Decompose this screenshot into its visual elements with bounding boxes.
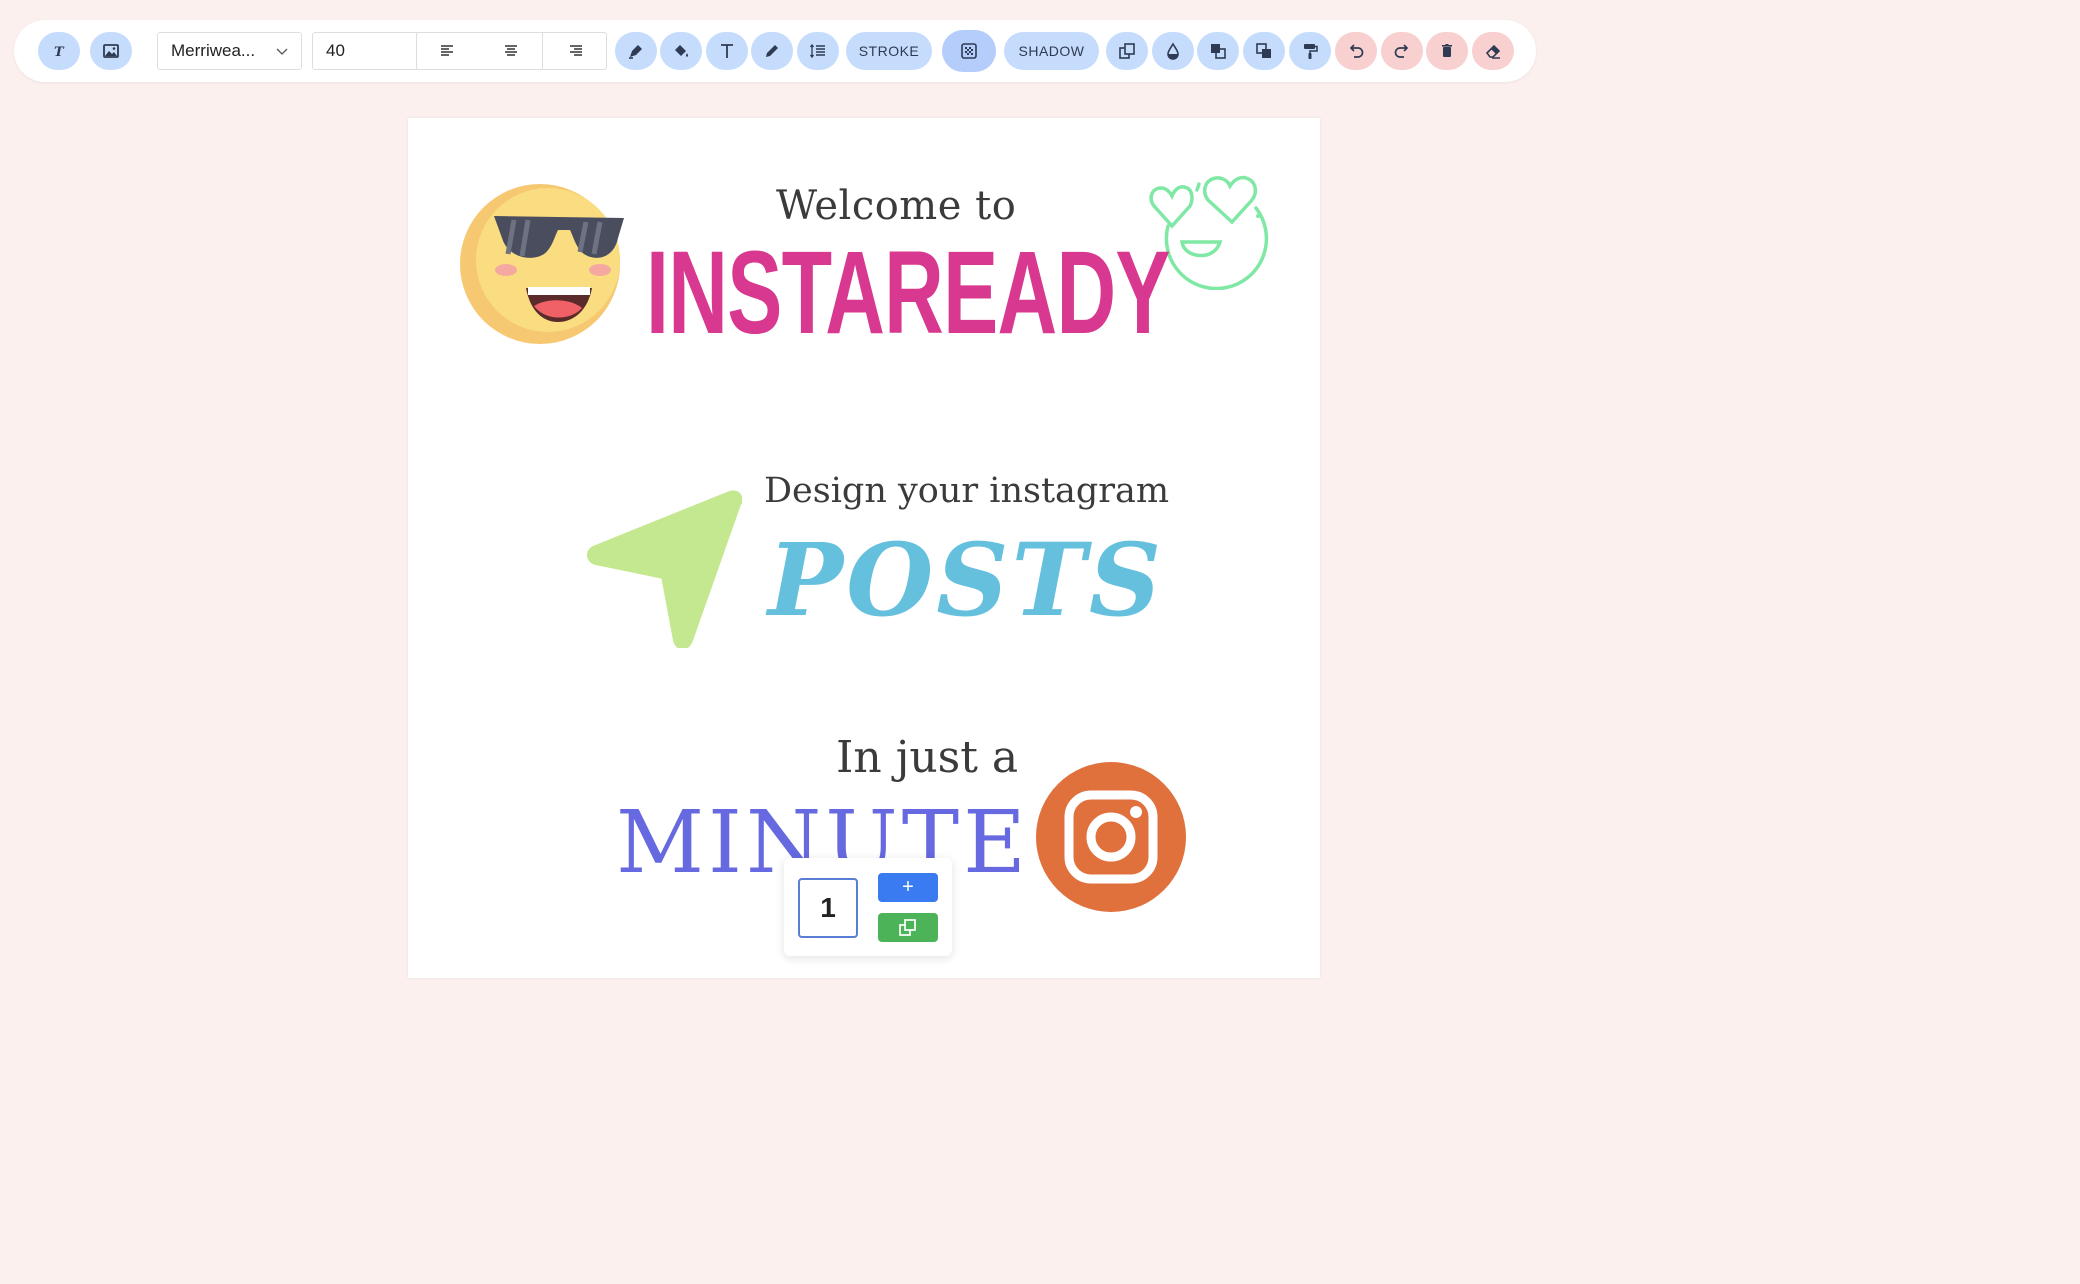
line-spacing-icon bbox=[809, 43, 825, 59]
add-text-button[interactable]: T bbox=[38, 32, 80, 70]
align-right-button[interactable] bbox=[543, 32, 607, 70]
send-backward-icon bbox=[1256, 43, 1271, 58]
stroke-button[interactable]: STROKE bbox=[846, 32, 932, 70]
fill-color-button[interactable] bbox=[660, 32, 702, 70]
align-right-icon bbox=[569, 45, 582, 56]
redo-button[interactable] bbox=[1381, 32, 1423, 70]
add-image-icon bbox=[103, 44, 119, 58]
editor-toolbar: T Merriwea... 40 STROKE SHADOW bbox=[14, 20, 1536, 82]
stroke-label: STROKE bbox=[858, 43, 920, 59]
welcome-text[interactable]: Welcome to bbox=[776, 186, 1016, 226]
opacity-icon bbox=[1167, 42, 1179, 60]
shadow-label: SHADOW bbox=[1018, 43, 1085, 59]
redo-icon bbox=[1394, 44, 1409, 58]
font-family-value: Merriwea... bbox=[171, 41, 256, 60]
bring-forward-icon bbox=[1211, 44, 1226, 59]
pen-tool-button[interactable] bbox=[615, 32, 657, 70]
opacity-button[interactable] bbox=[1152, 32, 1194, 70]
svg-text:T: T bbox=[54, 45, 65, 60]
eraser-button[interactable] bbox=[1472, 32, 1514, 70]
delete-button[interactable] bbox=[1426, 32, 1468, 70]
align-left-button[interactable] bbox=[416, 32, 480, 70]
add-page-button[interactable]: + bbox=[878, 873, 938, 902]
text-color-button[interactable] bbox=[706, 32, 748, 70]
font-family-select[interactable]: Merriwea... bbox=[157, 32, 302, 70]
add-text-icon: T bbox=[54, 45, 65, 60]
design-canvas[interactable]: Welcome to INSTAREADY Design your instag… bbox=[408, 118, 1320, 978]
transparency-icon bbox=[961, 43, 977, 59]
transparency-button[interactable] bbox=[942, 30, 996, 72]
duplicate-page-icon bbox=[899, 918, 916, 936]
pencil-icon bbox=[766, 45, 778, 57]
font-size-value: 40 bbox=[326, 41, 345, 60]
instagram-logo-icon[interactable] bbox=[1036, 762, 1186, 912]
in-just-text[interactable]: In just a bbox=[836, 736, 1018, 780]
add-image-button[interactable] bbox=[90, 32, 132, 70]
brand-title-text[interactable]: INSTAREADY bbox=[646, 234, 1171, 352]
page-controls: 1 + bbox=[784, 858, 952, 956]
undo-button[interactable] bbox=[1335, 32, 1377, 70]
shadow-button[interactable]: SHADOW bbox=[1004, 32, 1099, 70]
text-color-icon bbox=[721, 44, 733, 58]
posts-text[interactable]: POSTS bbox=[768, 530, 1164, 630]
design-text[interactable]: Design your instagram bbox=[764, 474, 1169, 509]
duplicate-button[interactable] bbox=[1106, 32, 1148, 70]
add-page-label: + bbox=[902, 876, 914, 898]
align-center-icon bbox=[504, 45, 517, 56]
page-number-box[interactable]: 1 bbox=[798, 878, 858, 938]
align-left-icon bbox=[441, 45, 453, 56]
duplicate-page-button[interactable] bbox=[878, 913, 938, 942]
pencil-tool-button[interactable] bbox=[751, 32, 793, 70]
pen-icon bbox=[629, 45, 642, 59]
chevron-down-icon bbox=[276, 48, 288, 55]
eraser-icon bbox=[1485, 44, 1501, 59]
format-painter-button[interactable] bbox=[1289, 32, 1331, 70]
delete-icon bbox=[1442, 44, 1452, 57]
font-size-input[interactable]: 40 bbox=[312, 32, 420, 70]
format-painter-icon bbox=[1304, 44, 1318, 59]
bring-forward-button[interactable] bbox=[1197, 32, 1239, 70]
navigation-arrow-icon[interactable] bbox=[586, 488, 742, 648]
cool-sunglasses-emoji-icon[interactable] bbox=[458, 180, 628, 348]
send-backward-button[interactable] bbox=[1243, 32, 1285, 70]
undo-icon bbox=[1349, 44, 1364, 58]
page-number: 1 bbox=[820, 892, 836, 923]
align-center-button[interactable] bbox=[479, 32, 543, 70]
duplicate-icon bbox=[1119, 43, 1135, 59]
fill-bucket-icon bbox=[675, 45, 688, 57]
line-spacing-button[interactable] bbox=[797, 32, 839, 70]
